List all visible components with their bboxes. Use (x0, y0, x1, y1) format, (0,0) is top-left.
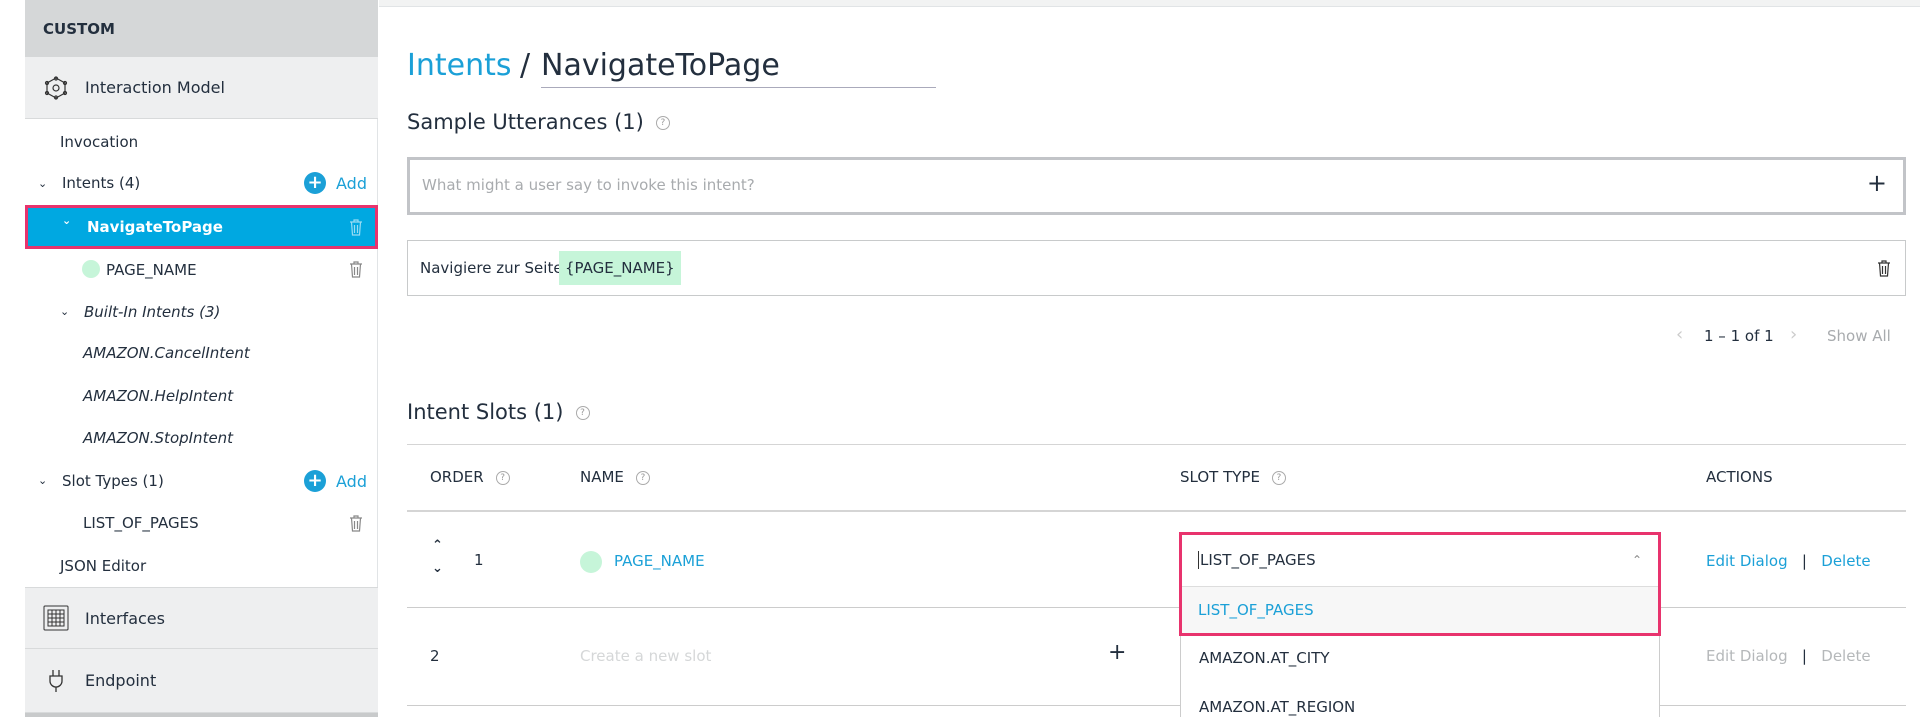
slot-type-value[interactable]: LIST_OF_PAGES (1198, 551, 1316, 569)
col-slot-type: SLOT TYPE? (1180, 468, 1286, 486)
nav-slot-page-name[interactable]: PAGE_NAME (106, 260, 197, 280)
trash-icon[interactable] (1877, 259, 1891, 277)
nav-interaction-model[interactable]: Interaction Model (25, 57, 378, 119)
chevron-down-icon[interactable]: ⌄ (60, 305, 69, 318)
trash-icon[interactable] (349, 514, 363, 532)
utterance-slot-tag[interactable]: {PAGE_NAME} (559, 251, 681, 285)
utterances-heading: Sample Utterances (1)? (407, 110, 670, 134)
plus-icon[interactable]: + (1867, 169, 1887, 197)
col-label: SLOT TYPE (1180, 468, 1260, 486)
plus-circle-icon: + (304, 172, 326, 194)
col-label: ORDER (430, 468, 484, 486)
add-intent-button[interactable]: + Add (304, 172, 367, 194)
nav-builtin-intents[interactable]: Built-In Intents (3) (84, 302, 220, 322)
section-custom: CUSTOM (25, 0, 378, 57)
divider (407, 705, 1906, 706)
help-icon[interactable]: ? (496, 471, 510, 485)
nav-label: Interaction Model (85, 78, 225, 97)
divider (25, 713, 378, 717)
nav-label: Interfaces (85, 609, 165, 628)
chevron-down-icon[interactable]: ⌄ (38, 177, 47, 190)
col-order: ORDER? (430, 468, 510, 486)
chevron-left-icon[interactable]: ‹ (1676, 324, 1683, 345)
chevron-down-icon: ⌄ (62, 214, 71, 227)
nav-interfaces[interactable]: Interfaces (25, 587, 378, 649)
slots-heading: Intent Slots (1)? (407, 400, 590, 424)
row-actions: Edit Dialog | Delete (1706, 647, 1871, 665)
slot-dot-icon (82, 260, 100, 278)
col-label: NAME (580, 468, 624, 486)
nav-slot-types[interactable]: Slot Types (1) (62, 471, 164, 491)
chevron-right-icon[interactable]: › (1790, 324, 1797, 345)
nav-json-editor[interactable]: JSON Editor (60, 556, 146, 576)
breadcrumb-separator: / (520, 48, 530, 83)
breadcrumb-intents[interactable]: Intents (407, 48, 512, 83)
nav-intents[interactable]: Intents (4) (62, 173, 140, 193)
utterance-row: Navigiere zur Seite {PAGE_NAME} (407, 240, 1906, 296)
separator: | (1802, 647, 1807, 665)
plug-icon (43, 668, 69, 694)
intent-name-field[interactable]: NavigateToPage (541, 48, 936, 88)
nav-builtin-stop[interactable]: AMAZON.StopIntent (83, 428, 233, 448)
trash-icon[interactable] (349, 218, 363, 236)
move-up-icon[interactable]: ⌃ (432, 538, 443, 553)
dropdown-option[interactable]: AMAZON.AT_CITY (1199, 649, 1330, 667)
help-icon[interactable]: ? (656, 116, 670, 130)
network-icon (43, 75, 69, 101)
divider (407, 510, 1906, 512)
nav-builtin-help[interactable]: AMAZON.HelpIntent (83, 386, 233, 406)
nav-slot-type-list-of-pages[interactable]: LIST_OF_PAGES (83, 513, 199, 533)
separator: | (1802, 552, 1807, 570)
delete-link[interactable]: Delete (1821, 647, 1870, 665)
utterance-input[interactable]: What might a user say to invoke this int… (407, 157, 1906, 215)
nav-endpoint[interactable]: Endpoint (25, 649, 378, 713)
slot-name-link[interactable]: PAGE_NAME (614, 552, 705, 570)
row-order: 2 (430, 647, 440, 665)
plus-circle-icon: + (304, 470, 326, 492)
utterance-placeholder: What might a user say to invoke this int… (422, 176, 755, 194)
move-down-icon[interactable]: ⌄ (432, 561, 443, 576)
nav-label: Endpoint (85, 671, 156, 690)
sidebar: CUSTOM Interaction Model Invocation ⌄ In… (0, 0, 378, 717)
dropdown-option[interactable]: AMAZON.AT_REGION (1199, 698, 1355, 716)
add-label: Add (336, 174, 367, 193)
heading-text: Sample Utterances (1) (407, 110, 644, 134)
nav-builtin-cancel[interactable]: AMAZON.CancelIntent (83, 343, 250, 363)
nav-intent-navigatetopage[interactable]: ⌄ NavigateToPage (25, 205, 378, 249)
divider (407, 444, 1906, 445)
add-slot-type-button[interactable]: + Add (304, 470, 367, 492)
pagination-text: 1 – 1 of 1 (1704, 327, 1774, 345)
show-all-link[interactable]: Show All (1827, 327, 1891, 345)
trash-icon[interactable] (349, 260, 363, 278)
top-bar (379, 0, 1920, 7)
row-order: 1 (474, 551, 484, 569)
utterance-text[interactable]: Navigiere zur Seite (420, 259, 563, 277)
col-name: NAME? (580, 468, 650, 486)
row-actions: Edit Dialog | Delete (1706, 552, 1871, 570)
plus-icon[interactable]: + (1108, 640, 1126, 665)
delete-link[interactable]: Delete (1821, 552, 1870, 570)
heading-text: Intent Slots (1) (407, 400, 564, 424)
col-actions: ACTIONS (1706, 468, 1773, 486)
dropdown-option-selected[interactable]: LIST_OF_PAGES (1182, 586, 1658, 633)
slot-type-select[interactable]: LIST_OF_PAGES ⌃ LIST_OF_PAGES (1179, 532, 1661, 636)
intent-label: NavigateToPage (87, 218, 223, 236)
help-icon[interactable]: ? (576, 406, 590, 420)
grid-icon (43, 605, 69, 631)
nav-invocation[interactable]: Invocation (60, 132, 138, 152)
edit-dialog-link[interactable]: Edit Dialog (1706, 647, 1788, 665)
add-label: Add (336, 472, 367, 491)
chevron-up-icon[interactable]: ⌃ (1632, 553, 1642, 567)
edit-dialog-link[interactable]: Edit Dialog (1706, 552, 1788, 570)
slot-dot-icon (580, 551, 602, 573)
chevron-down-icon[interactable]: ⌄ (38, 474, 47, 487)
new-slot-input[interactable]: Create a new slot (580, 647, 711, 665)
option-label: LIST_OF_PAGES (1198, 601, 1314, 619)
help-icon[interactable]: ? (1272, 471, 1286, 485)
help-icon[interactable]: ? (636, 471, 650, 485)
divider (407, 607, 1906, 608)
